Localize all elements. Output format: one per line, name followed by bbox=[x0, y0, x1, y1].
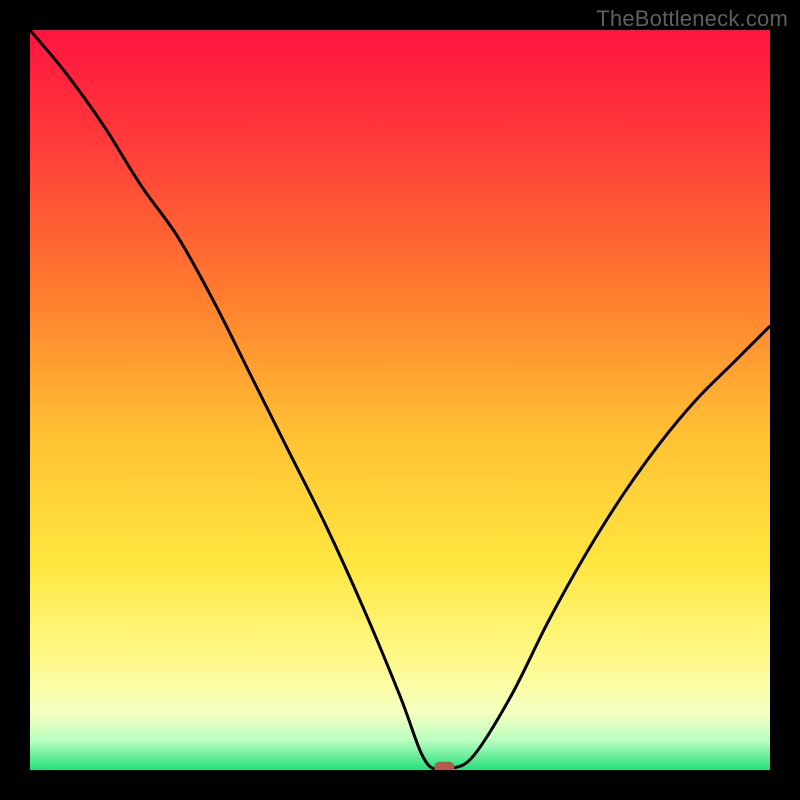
bottleneck-chart bbox=[30, 30, 770, 770]
chart-frame: TheBottleneck.com bbox=[0, 0, 800, 800]
gradient-background bbox=[30, 30, 770, 770]
optimal-point-marker bbox=[434, 762, 454, 770]
plot-area bbox=[30, 30, 770, 770]
watermark-caption: TheBottleneck.com bbox=[596, 6, 788, 32]
